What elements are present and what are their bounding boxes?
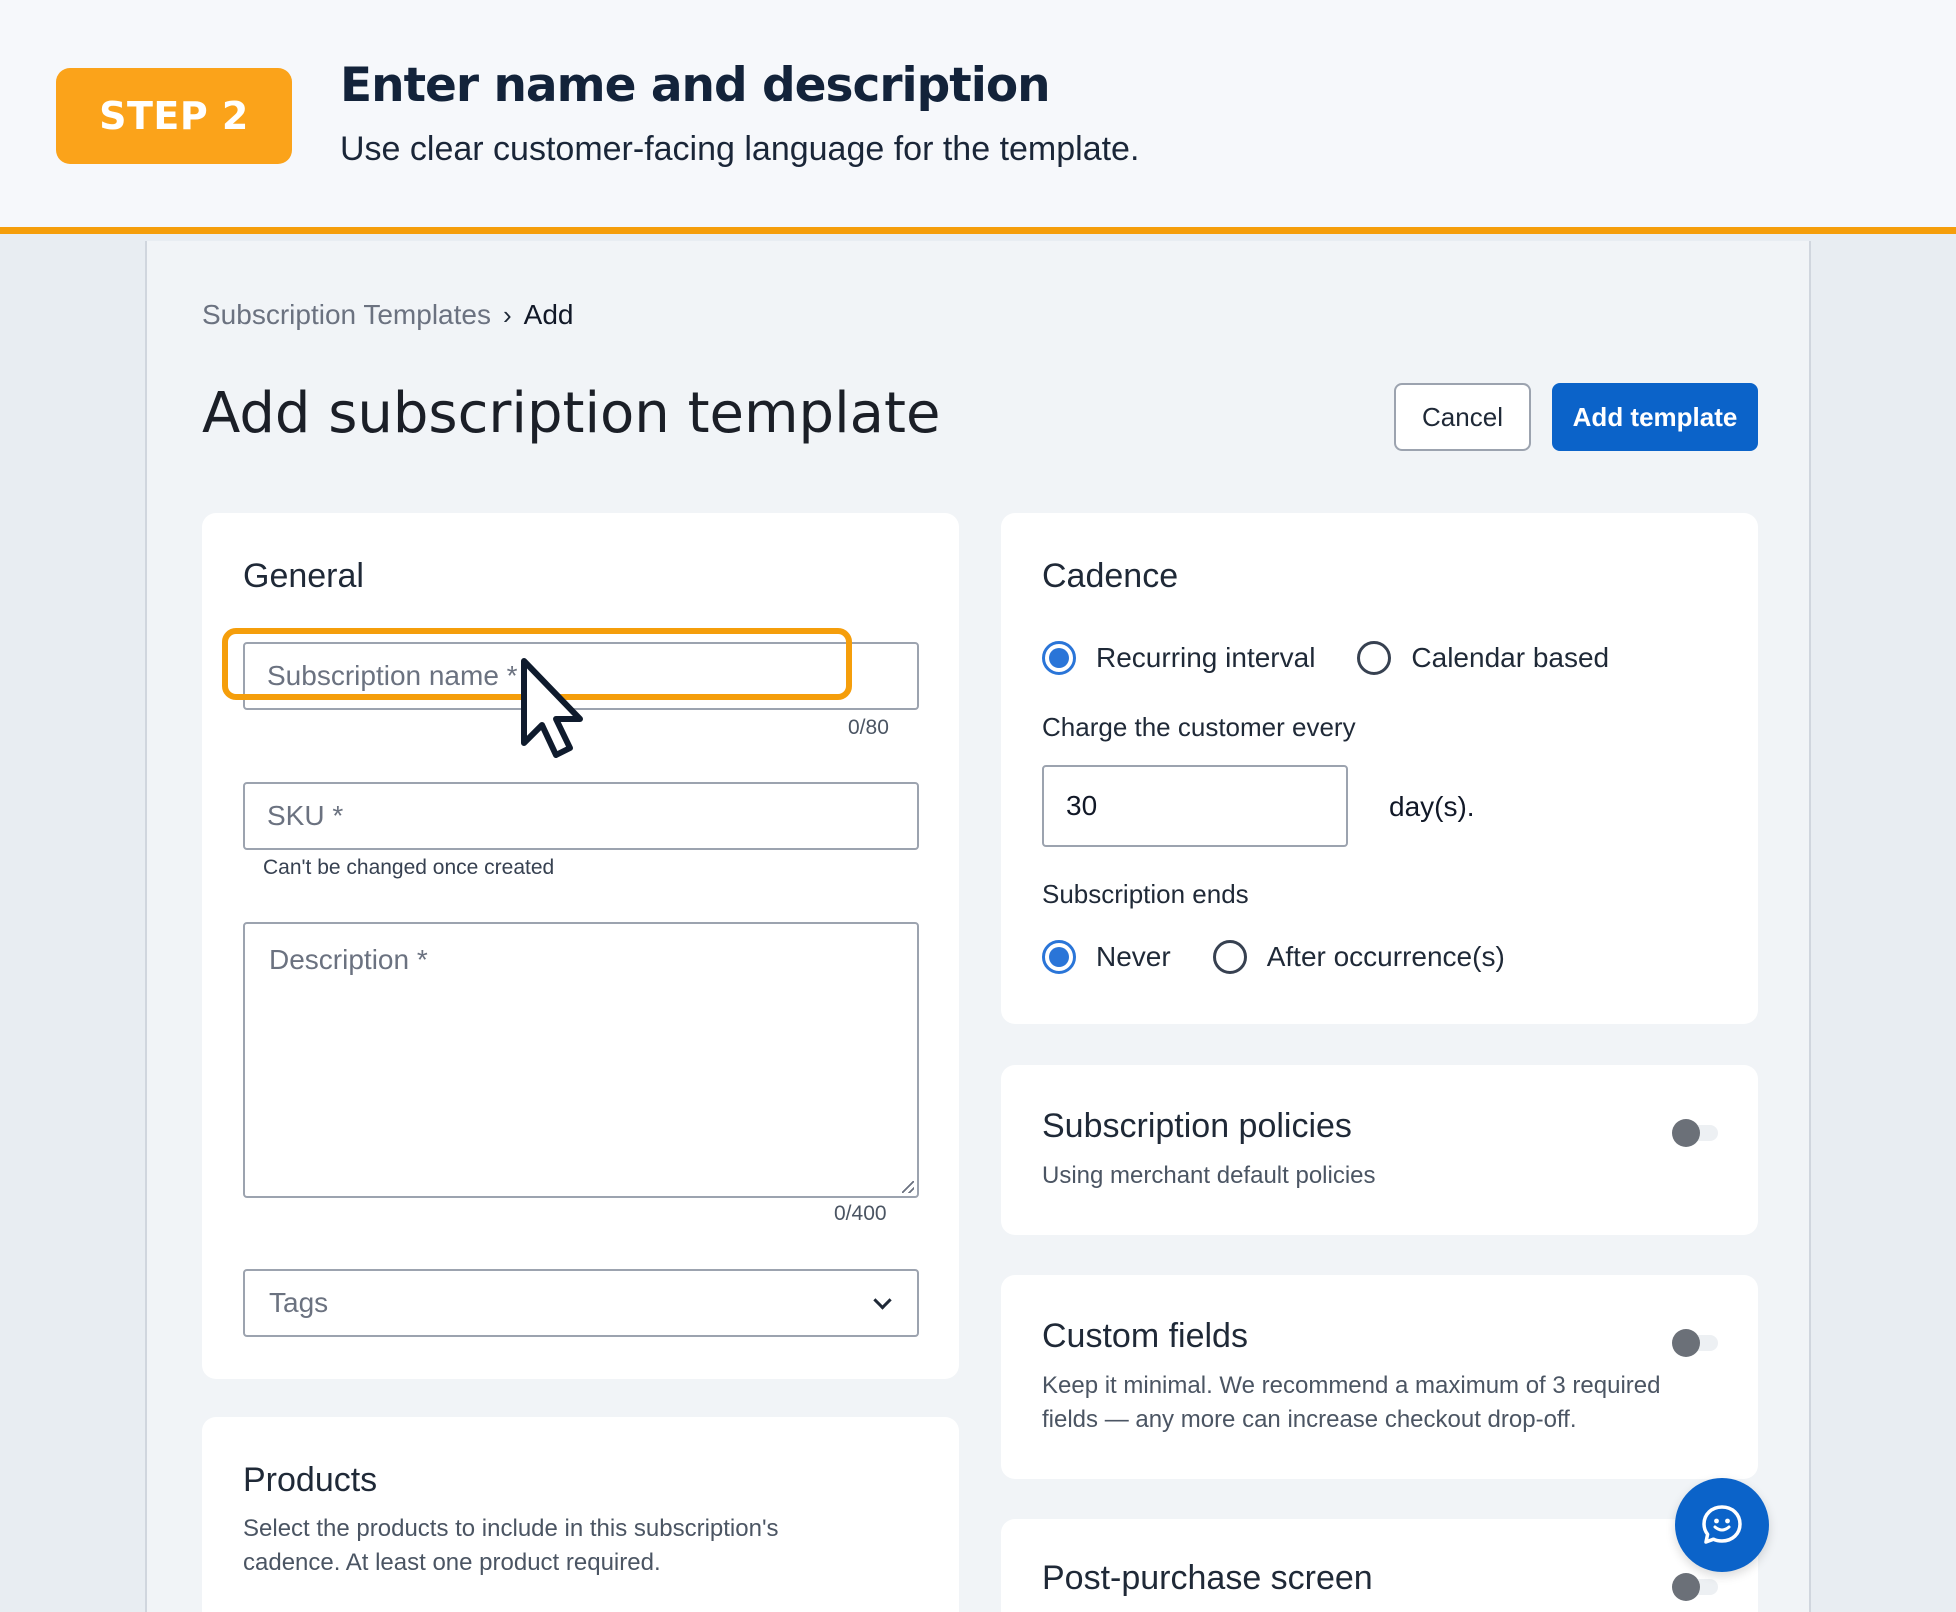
- description-textarea[interactable]: Description *: [243, 922, 919, 1198]
- post-purchase-toggle[interactable]: [1672, 1573, 1718, 1601]
- products-title: Products: [243, 1461, 378, 1499]
- page-frame: Subscription Templates › Add Add subscri…: [145, 241, 1811, 1612]
- policies-title: Subscription policies: [1042, 1107, 1352, 1145]
- products-card: Products Select the products to include …: [202, 1417, 959, 1612]
- custom-fields-title: Custom fields: [1042, 1317, 1248, 1355]
- sku-hint: Can't be changed once created: [263, 856, 555, 879]
- radio-never-label[interactable]: Never: [1096, 941, 1171, 973]
- policies-toggle[interactable]: [1672, 1119, 1718, 1147]
- cancel-button[interactable]: Cancel: [1394, 383, 1531, 451]
- tags-select[interactable]: Tags: [243, 1269, 919, 1337]
- tags-placeholder: Tags: [269, 1287, 329, 1318]
- add-template-button[interactable]: Add template: [1552, 383, 1758, 451]
- policies-description: Using merchant default policies: [1042, 1162, 1376, 1189]
- general-title: General: [243, 557, 364, 595]
- interval-input[interactable]: 30: [1042, 765, 1348, 847]
- radio-calendar-based[interactable]: [1357, 641, 1392, 675]
- step-title: Enter name and description: [340, 58, 1051, 113]
- chat-smiley-icon: [1702, 1505, 1742, 1544]
- post-purchase-title: Post-purchase screen: [1042, 1559, 1373, 1597]
- charge-label: Charge the customer every: [1042, 712, 1356, 742]
- policies-card: Subscription policies Using merchant def…: [1001, 1065, 1758, 1235]
- name-char-counter: 0/80: [848, 716, 889, 739]
- resize-handle-icon[interactable]: [902, 1181, 914, 1193]
- interval-value: 30: [1066, 790, 1098, 821]
- products-description: Select the products to include in this s…: [243, 1515, 779, 1576]
- page-title: Add subscription template: [202, 381, 941, 446]
- step-badge: STEP 2: [56, 68, 292, 164]
- mouse-pointer-icon: [521, 658, 583, 758]
- cadence-type-group: Recurring interval Calendar based: [1042, 641, 1651, 675]
- custom-fields-toggle[interactable]: [1672, 1329, 1718, 1357]
- radio-recurring-interval[interactable]: [1042, 641, 1076, 675]
- sku-placeholder: SKU *: [267, 800, 344, 831]
- radio-never[interactable]: [1042, 940, 1076, 974]
- breadcrumb-parent-link[interactable]: Subscription Templates: [202, 299, 491, 331]
- radio-after-occurrences[interactable]: [1212, 940, 1247, 974]
- custom-fields-description: Keep it minimal. We recommend a maximum …: [1042, 1372, 1661, 1433]
- cadence-card: Cadence Recurring interval Calendar base…: [1001, 513, 1758, 1024]
- chevron-down-icon: [873, 1291, 892, 1310]
- interval-unit: day(s).: [1389, 791, 1475, 822]
- chat-button[interactable]: [1675, 1478, 1769, 1572]
- subscription-ends-label: Subscription ends: [1042, 879, 1249, 909]
- breadcrumb-current: Add: [523, 299, 574, 330]
- custom-fields-card: Custom fields Keep it minimal. We recomm…: [1001, 1275, 1758, 1479]
- radio-calendar-based-label[interactable]: Calendar based: [1411, 642, 1609, 674]
- description-char-counter: 0/400: [834, 1202, 887, 1225]
- description-placeholder: Description *: [269, 944, 428, 975]
- sku-input[interactable]: SKU *: [243, 782, 919, 850]
- post-purchase-card: Post-purchase screen: [1001, 1519, 1758, 1612]
- radio-recurring-interval-label[interactable]: Recurring interval: [1096, 642, 1315, 674]
- step-subtitle: Use clear customer-facing language for t…: [340, 130, 1140, 168]
- subscription-ends-group: Never After occurrence(s): [1042, 940, 1547, 974]
- breadcrumb: Subscription Templates › Add: [202, 299, 573, 331]
- cadence-title: Cadence: [1042, 557, 1179, 595]
- step-banner: STEP 2 Enter name and description Use cl…: [0, 0, 1956, 234]
- breadcrumb-separator: ›: [502, 299, 512, 330]
- radio-after-occurrences-label[interactable]: After occurrence(s): [1267, 941, 1505, 973]
